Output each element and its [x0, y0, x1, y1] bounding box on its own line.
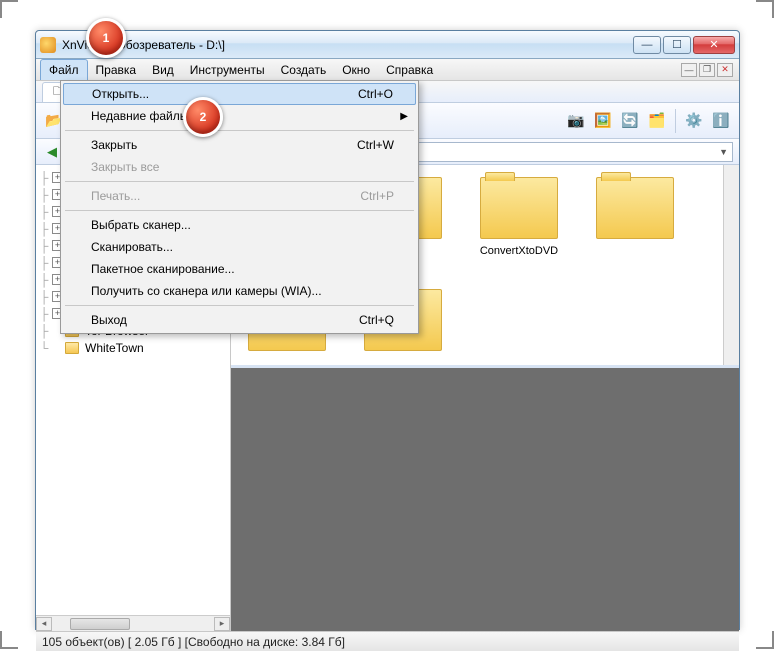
preview-pane	[231, 365, 739, 631]
mdi-close-button[interactable]: ✕	[717, 63, 733, 77]
folder-item[interactable]: ConvertXtoDVD	[469, 171, 569, 267]
menu-shortcut: Ctrl+O	[358, 87, 393, 101]
menu-separator	[65, 210, 414, 211]
menu-window[interactable]: Окно	[334, 59, 378, 80]
menu-shortcut: Ctrl+Q	[359, 313, 394, 327]
menu-label: Открыть...	[92, 87, 149, 101]
menu-label: Выход	[91, 313, 127, 327]
minimize-button[interactable]: —	[633, 36, 661, 54]
menu-item-close[interactable]: Закрыть Ctrl+W	[63, 134, 416, 156]
menu-label: Недавние файлы	[91, 109, 188, 123]
maximize-button[interactable]: ☐	[663, 36, 691, 54]
titlebar[interactable]: XnView - [Обозреватель - D:\] — ☐ ✕	[36, 31, 739, 59]
slideshow-icon[interactable]: 🖼️	[591, 109, 615, 133]
horizontal-scrollbar[interactable]: ◂ ▸	[36, 615, 230, 631]
menu-file[interactable]: Файл	[40, 59, 88, 80]
frame-corner	[756, 0, 774, 18]
menu-label: Закрыть	[91, 138, 137, 152]
menu-label: Получить со сканера или камеры (WIA)...	[91, 284, 322, 298]
menu-separator	[65, 305, 414, 306]
menu-help[interactable]: Справка	[378, 59, 441, 80]
camera-icon[interactable]: 📷	[564, 109, 588, 133]
folder-icon	[65, 342, 79, 354]
menu-create[interactable]: Создать	[273, 59, 335, 80]
menu-item-recent[interactable]: Недавние файлы ▶	[63, 105, 416, 127]
settings-icon[interactable]: ⚙️	[682, 109, 706, 133]
annotation-badge-1: 1	[86, 18, 126, 58]
separator	[675, 109, 676, 133]
frame-corner	[0, 0, 18, 18]
scroll-left-button[interactable]: ◂	[36, 617, 52, 631]
batch-icon[interactable]: 🗂️	[645, 109, 669, 133]
menu-item-select-scanner[interactable]: Выбрать сканер...	[63, 214, 416, 236]
menu-shortcut: Ctrl+W	[357, 138, 394, 152]
menu-tools[interactable]: Инструменты	[182, 59, 273, 80]
menu-separator	[65, 181, 414, 182]
submenu-arrow-icon: ▶	[400, 111, 408, 122]
menu-label: Закрыть все	[91, 160, 159, 174]
menu-item-print: Печать... Ctrl+P	[63, 185, 416, 207]
status-text: 105 объект(ов) [ 2.05 Гб ] [Свободно на …	[42, 635, 345, 649]
folder-icon	[480, 177, 558, 239]
folder-item[interactable]	[585, 171, 685, 267]
back-icon[interactable]: ◀	[42, 142, 62, 162]
frame-corner	[756, 631, 774, 649]
menubar: Файл Правка Вид Инструменты Создать Окно…	[36, 59, 739, 81]
menu-edit[interactable]: Правка	[88, 59, 145, 80]
frame-corner	[0, 631, 18, 649]
menu-view[interactable]: Вид	[144, 59, 182, 80]
menu-item-exit[interactable]: Выход Ctrl+Q	[63, 309, 416, 331]
mdi-minimize-button[interactable]: —	[681, 63, 697, 77]
scroll-right-button[interactable]: ▸	[214, 617, 230, 631]
menu-label: Сканировать...	[91, 240, 173, 254]
menu-label: Пакетное сканирование...	[91, 262, 235, 276]
menu-item-open[interactable]: Открыть... Ctrl+O	[63, 83, 416, 105]
menu-shortcut: Ctrl+P	[360, 189, 394, 203]
menu-item-close-all: Закрыть все	[63, 156, 416, 178]
mdi-restore-button[interactable]: ❐	[699, 63, 715, 77]
chevron-down-icon[interactable]: ▼	[719, 147, 728, 157]
menu-item-wia[interactable]: Получить со сканера или камеры (WIA)...	[63, 280, 416, 302]
window-title: XnView - [Обозреватель - D:\]	[62, 38, 633, 52]
convert-icon[interactable]: 🔄	[618, 109, 642, 133]
menu-separator	[65, 130, 414, 131]
menu-label: Выбрать сканер...	[91, 218, 191, 232]
tree-node[interactable]: └WhiteTown	[38, 339, 228, 356]
statusbar: 105 объект(ов) [ 2.05 Гб ] [Свободно на …	[36, 631, 739, 651]
file-menu-dropdown: Открыть... Ctrl+O Недавние файлы ▶ Закры…	[60, 80, 419, 334]
menu-label: Печать...	[91, 189, 140, 203]
folder-label: ConvertXtoDVD	[480, 245, 558, 257]
annotation-badge-2: 2	[183, 97, 223, 137]
app-icon	[40, 37, 56, 53]
folder-icon	[596, 177, 674, 239]
info-icon[interactable]: ℹ️	[709, 109, 733, 133]
scroll-thumb[interactable]	[70, 618, 130, 630]
close-button[interactable]: ✕	[693, 36, 735, 54]
vertical-scrollbar[interactable]	[723, 165, 739, 365]
tree-label: WhiteTown	[85, 341, 144, 355]
menu-item-scan[interactable]: Сканировать...	[63, 236, 416, 258]
menu-item-batch-scan[interactable]: Пакетное сканирование...	[63, 258, 416, 280]
